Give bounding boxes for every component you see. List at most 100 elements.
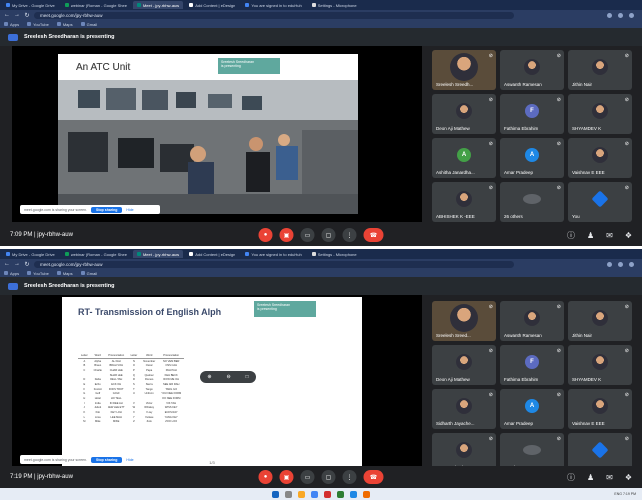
camera-off-icon[interactable]: ▣ [279,228,294,242]
reload-icon[interactable]: ↻ [24,12,30,19]
profile-icon[interactable] [629,12,634,18]
fit-icon[interactable]: □ [246,374,249,380]
forward-icon[interactable]: → [14,261,20,267]
zoom-out-icon[interactable]: ⊖ [226,374,230,380]
bookmark-item[interactable]: Maps [56,22,73,27]
browser-tab[interactable]: webinar (Roman - Google Shee [61,250,131,258]
participant-tile[interactable]: Sidharth Jayache... ⊘ [432,389,496,429]
participant-tile[interactable]: Deon Aji Mathew ⊘ [432,345,496,385]
bookmark-item[interactable]: Apps [4,22,19,27]
stop-sharing-button[interactable]: Stop sharing [91,456,123,463]
bookmark-item[interactable]: Maps [56,271,73,276]
chrome-icon[interactable] [311,490,318,498]
browser-tab[interactable]: Meet - jpy-rbhw-auw [132,1,184,9]
participant-tile[interactable]: SHYAMDEV K ⊘ [568,345,632,385]
present-icon[interactable]: ▢ [321,470,336,484]
browser-tab[interactable]: My Drive - Google Drive [2,250,59,258]
zoom-in-icon[interactable]: ⊕ [207,374,211,380]
participant-tile[interactable]: Sreelesh Sreed... ⊘ [432,301,496,341]
bookmarks-bar: Apps YouTube Maps Gmail [0,269,642,277]
browser-tab[interactable]: You are signed in to eduHuh [241,250,305,258]
participant-tile[interactable]: A Amar Pradeep ⊘ [500,138,564,178]
slide-zoom-controls[interactable]: ⊕ ⊖ □ [200,371,256,383]
browser-tab[interactable]: Add Content | eDesign [185,250,239,258]
profile-icon[interactable] [629,261,634,267]
stop-sharing-button[interactable]: Stop sharing [91,206,123,213]
back-icon[interactable]: ← [4,261,10,267]
participant-tile[interactable]: F Fathima Ebrahim ⊘ [500,94,564,134]
bookmark-label: YouTube [33,270,49,276]
app-icon[interactable] [337,490,344,498]
participant-tile[interactable]: A Amar Pradeep ⊘ [500,389,564,429]
participant-tile[interactable]: Vaishnav E EEE ⊘ [568,389,632,429]
participant-tile[interactable]: ABHISHEK K -EEE ⊘ [432,182,496,222]
hide-button[interactable]: Hide [126,458,133,462]
participant-tile[interactable]: SHYAMDEV K ⊘ [568,94,632,134]
info-icon[interactable]: ⓘ [567,230,575,241]
participant-tile[interactable]: Aswanth Ramesan ⊘ [500,50,564,90]
participant-tile[interactable]: You ⊘ [568,182,632,222]
tab-favicon-icon [311,3,316,7]
search-icon[interactable] [285,490,292,498]
browser-tab[interactable]: My Drive - Google Drive [2,1,59,9]
end-call-icon[interactable]: ☎ [363,470,384,484]
present-icon[interactable]: ▢ [321,228,336,242]
hide-button[interactable]: Hide [126,208,133,212]
participant-tile[interactable]: Sreelesh Sreedh... ⊘ [432,50,496,90]
app-icon[interactable] [363,490,370,498]
captions-icon[interactable]: ▭ [300,228,315,242]
extension-icon[interactable] [618,12,623,18]
call-controls: ● ▣ ▭ ▢ ⋮ ☎ [258,470,384,484]
mic-off-icon[interactable]: ● [258,470,273,484]
participant-tile[interactable]: Aswanth Ramesan ⊘ [500,301,564,341]
camera-off-icon[interactable]: ▣ [279,470,294,484]
browser-tab[interactable]: webinar (Roman - Google Shee [61,1,131,9]
activities-icon[interactable]: ❖ [625,473,632,482]
url-input[interactable]: meet.google.com/jpy-rbhw-auw [34,260,514,268]
mic-off-icon[interactable]: ● [258,228,273,242]
chat-icon[interactable]: ✉ [606,473,613,482]
participant-tile[interactable]: 26 others ⊘ [500,182,564,222]
app-icon[interactable] [350,490,357,498]
participant-tile[interactable]: Vaishnav E EEE ⊘ [568,138,632,178]
browser-tab[interactable]: Meet - jpy-rbhw-auw [132,250,184,258]
start-icon[interactable] [272,490,279,498]
browser-tab[interactable]: Settings - Microphone [308,1,361,9]
tab-label: webinar (Roman - Google Shee [70,2,127,8]
mic-muted-icon: ⊘ [556,436,561,442]
end-call-icon[interactable]: ☎ [363,228,384,242]
file-explorer-icon[interactable] [298,490,305,498]
back-icon[interactable]: ← [4,12,10,18]
url-input[interactable]: meet.google.com/jpy-rbhw-auw [34,11,514,19]
participant-tile[interactable]: A Ashitha Janardha... ⊘ [432,138,496,178]
participant-tile[interactable]: F Fathima Ebrahim ⊘ [500,345,564,385]
browser-tab[interactable]: Settings - Microphone [308,250,361,258]
bookmark-item[interactable]: YouTube [27,271,49,276]
more-options-icon[interactable]: ⋮ [342,228,357,242]
participant-tile[interactable]: Deon Aji Mathew ⊘ [432,94,496,134]
participant-tile[interactable]: Jithin Nair ⊘ [568,301,632,341]
chat-icon[interactable]: ✉ [606,231,613,240]
info-icon[interactable]: ⓘ [567,472,575,483]
bookmark-item[interactable]: Gmail [80,22,97,27]
participant-tile[interactable]: Jithin Nair ⊘ [568,50,632,90]
people-icon[interactable]: ♟ [587,231,594,240]
extension-icon[interactable] [607,12,612,18]
browser-tab[interactable]: You are signed in to eduHuh [241,1,305,9]
activities-icon[interactable]: ❖ [625,231,632,240]
reload-icon[interactable]: ↻ [24,261,30,268]
screenshot-bottom: My Drive - Google Drive webinar (Roman - … [0,249,642,500]
forward-icon[interactable]: → [14,12,20,18]
captions-icon[interactable]: ▭ [300,470,315,484]
app-icon[interactable] [324,490,331,498]
bookmark-item[interactable]: Apps [4,271,19,276]
people-icon[interactable]: ♟ [587,473,594,482]
bookmark-item[interactable]: YouTube [27,22,49,27]
browser-tab[interactable]: Add Content | eDesign [185,1,239,9]
extension-icon[interactable] [607,261,612,267]
tab-label: Settings - Microphone [317,251,357,257]
bookmark-item[interactable]: Gmail [80,271,97,276]
more-options-icon[interactable]: ⋮ [342,470,357,484]
mic-muted-icon: ⊘ [488,392,493,398]
extension-icon[interactable] [618,261,623,267]
